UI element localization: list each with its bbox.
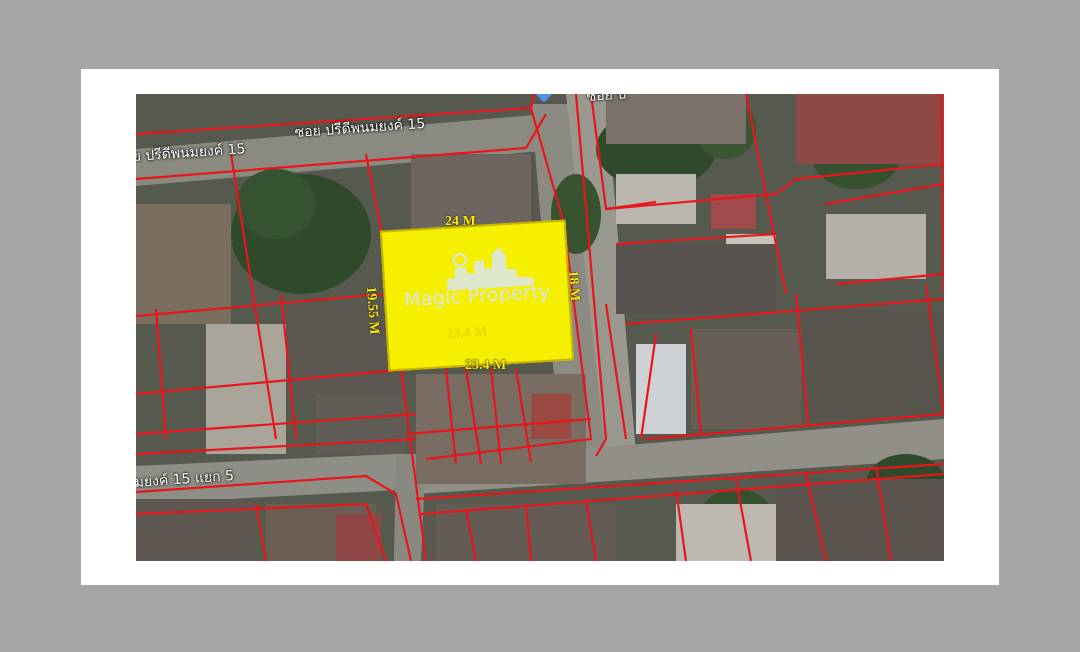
highlighted-plot[interactable]: Magic Property 23.4 M <box>379 219 575 372</box>
watermark-text: Magic Property <box>403 280 552 312</box>
dimension-label-left: 19.55 M <box>363 286 382 336</box>
dimension-label-bottom: 23.4 M <box>465 358 507 373</box>
dimension-label-right: 18 M <box>565 270 583 302</box>
satellite-map[interactable]: ย ปรีดีพนมยงค์ 15 ซอย ปรีดีพนมยงค์ 15 ซอ… <box>136 94 944 561</box>
dimension-label-top: 24 M <box>445 214 476 229</box>
plot-inner-dimension-label: 23.4 M <box>445 324 488 342</box>
